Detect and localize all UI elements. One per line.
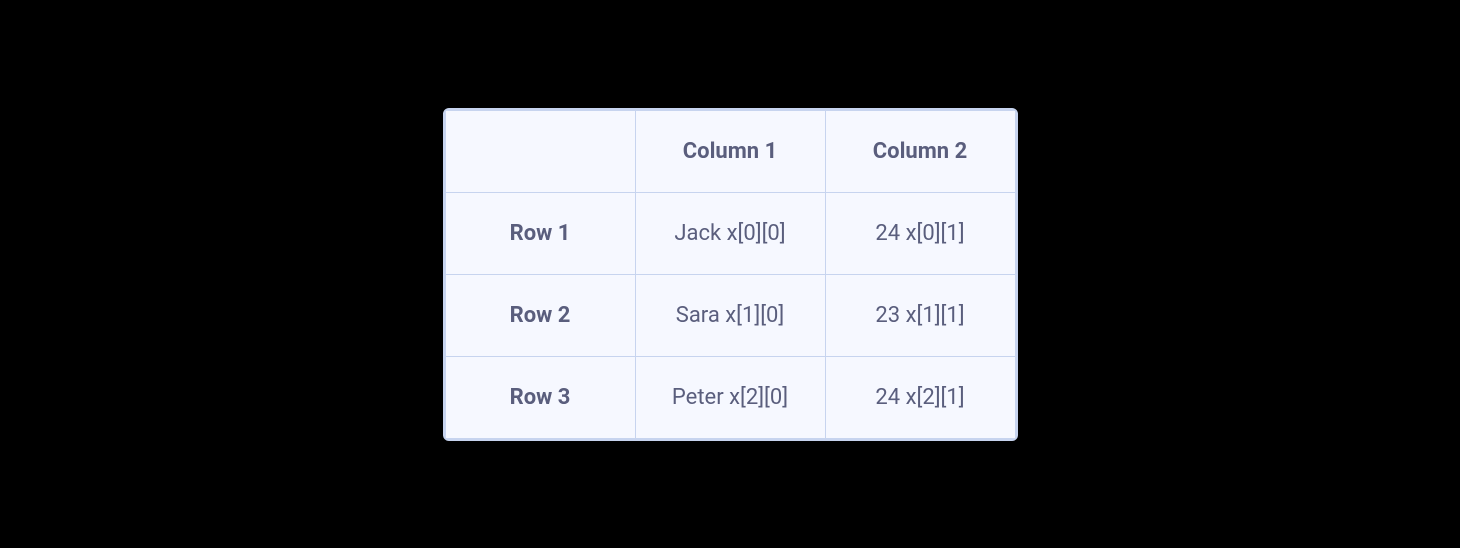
- cell-2-0: Peter x[2][0]: [635, 356, 825, 438]
- cell-0-1: 24 x[0][1]: [825, 192, 1015, 274]
- column-header-2: Column 2: [825, 110, 1015, 192]
- row-header-2: Row 2: [445, 274, 635, 356]
- table-row: Row 2 Sara x[1][0] 23 x[1][1]: [445, 274, 1015, 356]
- cell-2-1: 24 x[2][1]: [825, 356, 1015, 438]
- table: Column 1 Column 2 Row 1 Jack x[0][0] 24 …: [445, 110, 1016, 439]
- column-header-1: Column 1: [635, 110, 825, 192]
- data-table: Column 1 Column 2 Row 1 Jack x[0][0] 24 …: [443, 108, 1018, 441]
- corner-cell: [445, 110, 635, 192]
- row-header-1: Row 1: [445, 192, 635, 274]
- cell-1-1: 23 x[1][1]: [825, 274, 1015, 356]
- cell-1-0: Sara x[1][0]: [635, 274, 825, 356]
- cell-0-0: Jack x[0][0]: [635, 192, 825, 274]
- table-row: Row 3 Peter x[2][0] 24 x[2][1]: [445, 356, 1015, 438]
- row-header-3: Row 3: [445, 356, 635, 438]
- table-row: Row 1 Jack x[0][0] 24 x[0][1]: [445, 192, 1015, 274]
- table-header-row: Column 1 Column 2: [445, 110, 1015, 192]
